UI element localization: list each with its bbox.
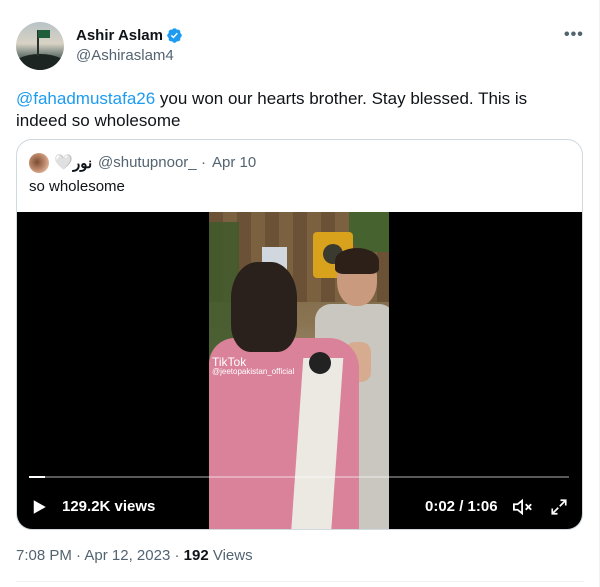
video-player[interactable]: TikTok @jeetopakistan_official 129.2K vi… (17, 212, 582, 529)
video-progress-fill (29, 476, 46, 478)
avatar-flag (38, 30, 50, 38)
verified-badge-icon (167, 28, 182, 43)
quoted-author-avatar[interactable] (29, 153, 49, 173)
author-handle[interactable]: @Ashiraslam4 (76, 47, 174, 64)
quoted-date[interactable]: Apr 10 (212, 154, 256, 171)
tiktok-watermark-handle: @jeetopakistan_official (212, 367, 295, 376)
play-icon[interactable] (30, 498, 48, 516)
background-plants-right (349, 212, 389, 252)
video-time: 0:02 / 1:06 (425, 498, 498, 515)
separator-dot: · (201, 154, 206, 171)
white-heart-icon: 🤍 (54, 154, 73, 171)
video-frame: TikTok @jeetopakistan_official (209, 212, 389, 529)
mute-icon[interactable] (512, 497, 534, 517)
quoted-tweet-card[interactable]: 🤍 نور @shutupnoor_ · Apr 10 so wholesome (16, 139, 583, 530)
author-name[interactable]: Ashir Aslam (76, 27, 163, 44)
tiktok-watermark: TikTok @jeetopakistan_official (212, 355, 295, 376)
tweet-text: @fahadmustafa26 you won our hearts broth… (16, 88, 556, 132)
bottom-divider (16, 581, 584, 582)
woman-hair (231, 262, 297, 352)
tweet-date[interactable]: Apr 12, 2023 (84, 547, 170, 564)
tiktok-logo: TikTok (212, 355, 247, 369)
more-horizontal-icon[interactable]: ••• (564, 26, 584, 44)
fullscreen-icon[interactable] (550, 498, 568, 516)
tweet-views-label: Views (208, 547, 253, 564)
tweet-view-count: 192 (183, 547, 209, 564)
author-avatar[interactable] (16, 22, 64, 70)
quoted-author-handle[interactable]: @shutupnoor_ (98, 154, 197, 171)
quoted-author-name[interactable]: نور (73, 154, 92, 172)
video-view-count: 129.2K views (62, 498, 156, 515)
meta-separator: · (170, 547, 184, 564)
tweet-meta: 7:08 PM · Apr 12, 2023 · 192 Views (16, 547, 253, 564)
quoted-text: so wholesome (29, 178, 125, 195)
microphone (309, 352, 331, 374)
video-progress-bar[interactable] (29, 476, 569, 478)
avatar-hill (16, 54, 64, 70)
mention-link[interactable]: @fahadmustafa26 (16, 89, 155, 108)
meta-separator: · (71, 547, 85, 564)
tweet-time[interactable]: 7:08 PM (16, 547, 72, 564)
video-person-woman (209, 262, 359, 529)
